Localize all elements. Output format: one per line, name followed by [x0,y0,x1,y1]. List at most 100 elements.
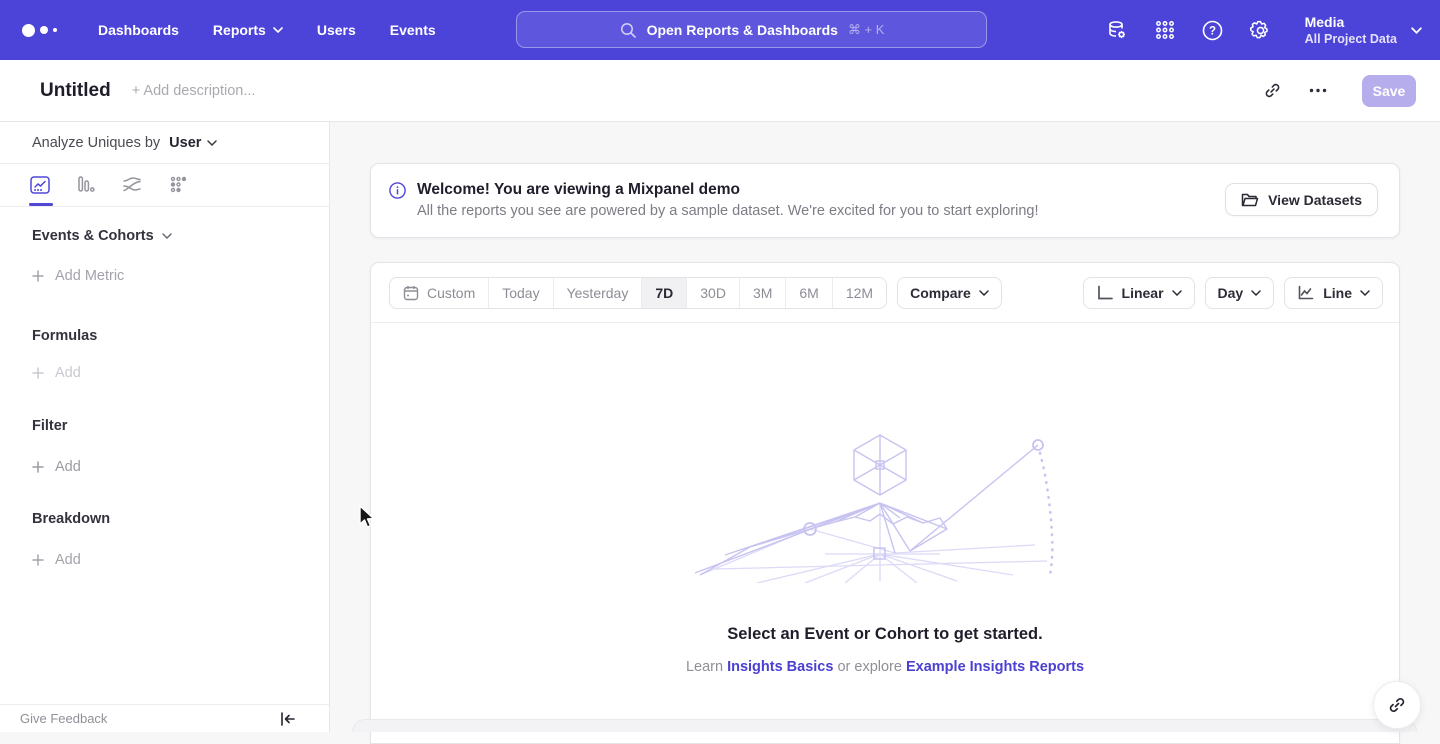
range-7d-selected[interactable]: 7D [641,278,686,308]
view-datasets-button[interactable]: View Datasets [1225,183,1378,216]
share-link-floating-button[interactable] [1373,681,1421,729]
range-30d[interactable]: 30D [686,278,739,308]
tab-bar-chart[interactable] [74,173,98,197]
range-6m[interactable]: 6M [785,278,831,308]
range-12m-label: 12M [846,285,873,301]
top-navigation-bar: Dashboards Reports Users Events Open Rep… [0,0,1440,60]
project-switcher[interactable]: Media All Project Data [1305,14,1422,47]
empty-state-title: Select an Event or Cohort to get started… [727,625,1042,644]
folder-icon [1241,192,1259,208]
nav-events-label: Events [390,22,436,38]
add-breakdown-button[interactable]: Add [32,552,329,568]
chevron-down-icon [979,290,989,296]
scale-dropdown[interactable]: Linear [1083,277,1195,309]
insights-basics-link[interactable]: Insights Basics [727,659,833,675]
events-cohorts-label: Events & Cohorts [32,228,154,244]
nav-reports[interactable]: Reports [196,0,300,60]
metrics-dots-tab-icon [167,174,189,196]
plus-icon [32,461,44,473]
chevron-down-icon [1360,290,1370,296]
ellipsis-icon [1309,88,1327,93]
nav-users[interactable]: Users [300,0,373,60]
add-formula-button[interactable]: Add [32,365,329,381]
range-today-label: Today [502,285,539,301]
breakdown-table-edge [352,719,1417,732]
add-metric-button[interactable]: Add Metric [32,268,329,284]
copy-link-button[interactable] [1256,75,1288,107]
line-chart-icon [1297,285,1315,301]
mixpanel-logo[interactable] [22,24,57,37]
query-builder-sidebar: Analyze Uniques by User [0,122,330,732]
breakdown-section: Breakdown Add [0,511,329,568]
database-gear-icon [1105,18,1129,42]
range-3m[interactable]: 3M [739,278,785,308]
save-button[interactable]: Save [1362,75,1416,107]
analyze-value: User [169,135,201,151]
tab-insights-selected[interactable] [28,173,52,197]
search-label: Open Reports & Dashboards [647,22,838,38]
chevron-down-icon [1251,290,1261,296]
give-feedback-link[interactable]: Give Feedback [20,711,107,726]
more-options-button[interactable] [1302,75,1334,107]
tab-flow[interactable] [120,173,144,197]
demo-welcome-banner: Welcome! You are viewing a Mixpanel demo… [370,163,1400,238]
interval-dropdown[interactable]: Day [1205,277,1275,309]
report-title[interactable]: Untitled [40,80,111,102]
empty-state: Select an Event or Cohort to get started… [371,323,1399,675]
plus-icon [32,554,44,566]
linear-axes-icon [1096,285,1114,301]
link-icon [1263,81,1282,100]
grid-dots-icon [1154,19,1176,41]
range-yesterday-label: Yesterday [567,285,629,301]
apps-grid-icon[interactable] [1153,18,1177,42]
primary-nav: Dashboards Reports Users Events [81,0,453,60]
banner-title: Welcome! You are viewing a Mixpanel demo [417,179,1039,201]
nav-dashboards[interactable]: Dashboards [81,0,196,60]
range-yesterday[interactable]: Yesterday [553,278,642,308]
example-reports-link[interactable]: Example Insights Reports [906,659,1084,675]
interval-label: Day [1218,285,1244,301]
question-circle-icon: ? [1201,19,1224,42]
nav-events[interactable]: Events [373,0,453,60]
report-header: Untitled + Add description... Save [0,60,1440,122]
chart-type-dropdown[interactable]: Line [1284,277,1383,309]
range-30d-label: 30D [700,285,726,301]
project-name: Media [1305,14,1397,31]
banner-text: Welcome! You are viewing a Mixpanel demo… [417,179,1039,222]
analyze-uniques-by-dropdown[interactable]: Analyze Uniques by User [0,122,329,164]
range-custom[interactable]: Custom [390,278,488,308]
range-today[interactable]: Today [488,278,552,308]
empty-state-illustration [695,423,1075,583]
middle-text: or explore [837,659,901,675]
collapse-sidebar-icon[interactable] [280,712,295,726]
banner-subtitle: All the reports you see are powered by a… [417,201,1039,222]
range-12m[interactable]: 12M [832,278,886,308]
global-search-button[interactable]: Open Reports & Dashboards ⌘ + K [516,11,987,48]
learn-prefix: Learn [686,659,723,675]
add-filter-button[interactable]: Add [32,459,329,475]
visualization-tabs [0,164,329,207]
help-icon[interactable]: ? [1201,18,1225,42]
analyze-label: Analyze Uniques by [32,135,160,151]
chart-type-label: Line [1323,285,1352,301]
nav-right-group: ? Media All Project Data [1105,0,1422,60]
range-3m-label: 3M [753,285,772,301]
report-description-placeholder[interactable]: + Add description... [132,83,256,99]
add-breakdown-label: Add [55,552,81,568]
data-management-icon[interactable] [1105,18,1129,42]
add-formula-label: Add [55,365,81,381]
chevron-down-icon [162,233,172,239]
add-filter-label: Add [55,459,81,475]
chevron-down-icon [1411,27,1422,34]
compare-dropdown[interactable]: Compare [897,277,1002,309]
tab-metrics[interactable] [166,173,190,197]
sidebar-footer: Give Feedback [0,704,329,732]
info-icon [389,182,406,199]
chart-controls: Linear Day Line [1083,277,1383,309]
settings-icon[interactable] [1249,18,1273,42]
events-cohorts-header[interactable]: Events & Cohorts [32,228,329,244]
empty-state-links: Learn Insights Basics or explore Example… [686,659,1084,675]
link-icon [1387,695,1407,715]
bar-chart-tab-icon [75,174,97,196]
main-content: Welcome! You are viewing a Mixpanel demo… [330,122,1440,732]
